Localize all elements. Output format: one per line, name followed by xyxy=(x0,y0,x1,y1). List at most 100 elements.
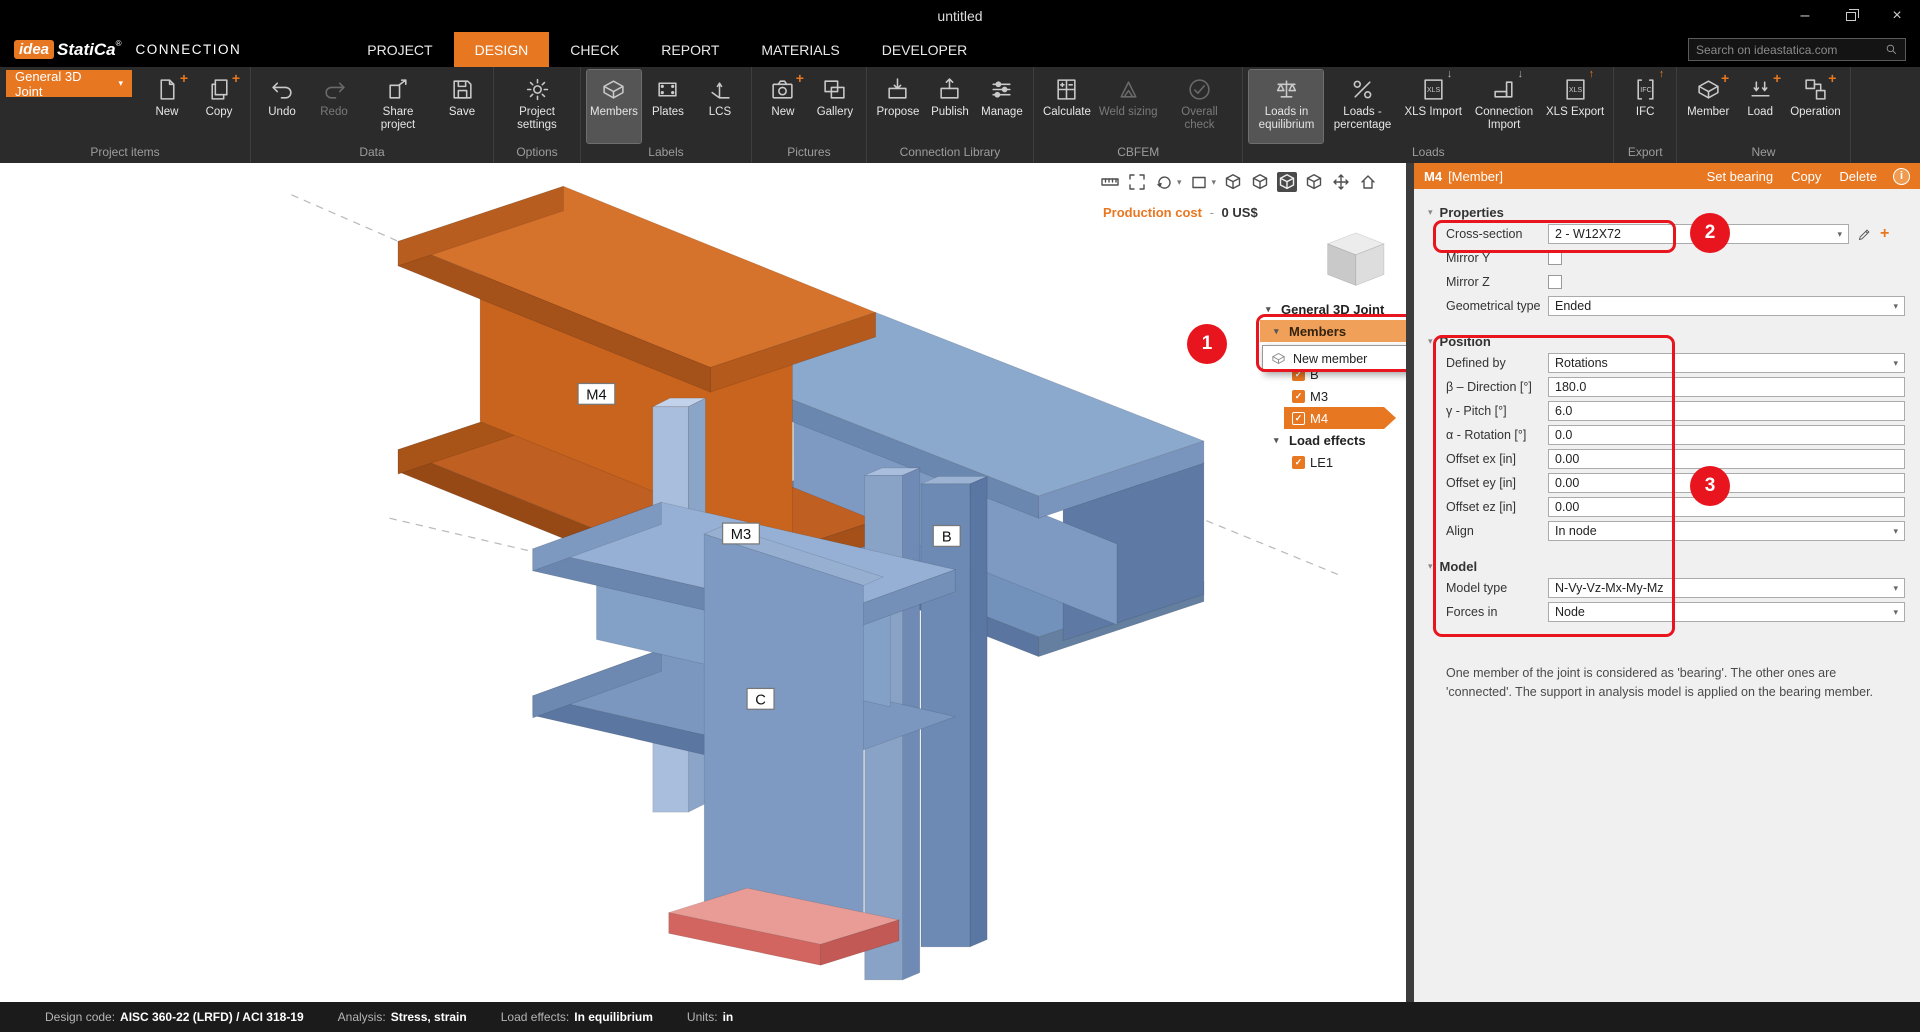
close-button[interactable]: × xyxy=(1874,0,1920,32)
gamma-pitch-field[interactable] xyxy=(1548,401,1905,421)
dropdown-caret-icon[interactable]: ▾ xyxy=(1177,177,1182,188)
offset-ez-field[interactable] xyxy=(1548,497,1905,517)
panel-splitter[interactable] xyxy=(1406,163,1414,1002)
mirror-y-checkbox[interactable] xyxy=(1548,251,1562,265)
project-settings-button[interactable]: Project settings xyxy=(500,70,574,143)
chevron-down-icon[interactable]: ▾ xyxy=(1274,326,1284,337)
ribbon-group-label: Pictures xyxy=(787,145,831,159)
pan-icon[interactable] xyxy=(1331,172,1351,192)
publish-button[interactable]: Publish xyxy=(925,70,975,143)
arrow-up-icon: ↑ xyxy=(1588,68,1595,80)
new-picture-button[interactable]: + New xyxy=(758,70,808,143)
beta-direction-field[interactable] xyxy=(1548,377,1905,397)
alpha-rotation-field[interactable] xyxy=(1548,425,1905,445)
section-box-icon[interactable] xyxy=(1189,172,1209,192)
view-style-wireframe-icon[interactable] xyxy=(1223,172,1243,192)
new-project-item-button[interactable]: + New xyxy=(142,70,192,143)
chevron-down-icon[interactable]: ▾ xyxy=(1274,435,1284,446)
set-bearing-button[interactable]: Set bearing xyxy=(1707,169,1774,184)
collapse-chevron-icon[interactable]: ▾ xyxy=(1428,561,1433,572)
tree-group-members[interactable]: ▾ Members xyxy=(1260,320,1406,342)
info-icon[interactable]: i xyxy=(1893,167,1910,185)
labels-members-toggle[interactable]: Members xyxy=(586,69,642,144)
section-model[interactable]: ▾ Model xyxy=(1414,556,1920,576)
copy-member-button[interactable]: Copy xyxy=(1791,169,1821,184)
view-style-solid-icon[interactable] xyxy=(1277,172,1298,192)
gallery-button[interactable]: Gallery xyxy=(810,70,860,143)
tree-item-le1[interactable]: ✓ LE1 xyxy=(1248,451,1406,473)
member-label-m3[interactable]: M3 xyxy=(721,522,760,545)
collapse-chevron-icon[interactable]: ▾ xyxy=(1428,207,1433,218)
collapse-chevron-icon[interactable]: ▾ xyxy=(1428,336,1433,347)
copy-project-item-button[interactable]: + Copy xyxy=(194,70,244,143)
status-load-effects: Load effects: In equilibrium xyxy=(500,1010,653,1024)
scheme-select[interactable]: General 3D Joint ▾ xyxy=(6,69,132,99)
member-label-b[interactable]: B xyxy=(932,524,961,547)
edit-pencil-icon[interactable] xyxy=(1857,227,1872,242)
view-style-shaded-icon[interactable] xyxy=(1250,172,1270,192)
new-operation-button[interactable]: + Operation xyxy=(1787,70,1844,143)
mirror-z-checkbox[interactable] xyxy=(1548,275,1562,289)
context-menu-new-member[interactable]: New member xyxy=(1262,345,1406,372)
minimize-button[interactable]: – xyxy=(1782,0,1828,32)
ifc-export-button[interactable]: ↑ IFC xyxy=(1620,68,1670,143)
manage-button[interactable]: Manage xyxy=(977,70,1027,143)
tab-developer[interactable]: DEVELOPER xyxy=(861,32,989,67)
calculate-button[interactable]: Calculate xyxy=(1040,70,1094,143)
member-label-c[interactable]: C xyxy=(746,687,775,710)
defined-by-select[interactable]: Rotations ▾ xyxy=(1548,353,1905,373)
align-select[interactable]: In node ▾ xyxy=(1548,521,1905,541)
xls-import-button[interactable]: ↓ XLS Import xyxy=(1401,68,1465,143)
add-cross-section-icon[interactable]: + xyxy=(1880,226,1889,242)
zoom-fit-icon[interactable] xyxy=(1127,172,1147,192)
tree-group-load-effects[interactable]: ▾ Load effects xyxy=(1248,429,1406,451)
loads-percentage-button[interactable]: Loads - percentage xyxy=(1325,70,1399,143)
rotate-view-icon[interactable] xyxy=(1154,172,1174,192)
tree-root-general-3d-joint[interactable]: ▾ General 3D Joint xyxy=(1248,298,1406,320)
new-load-button[interactable]: + Load xyxy=(1735,70,1785,143)
loads-in-equilibrium-toggle[interactable]: Loads in equilibrium xyxy=(1248,69,1325,144)
tree-item-member-m4-selected[interactable]: ✓ M4 xyxy=(1284,407,1396,429)
delete-member-button[interactable]: Delete xyxy=(1839,169,1877,184)
connection-import-button[interactable]: ↓ Connection Import xyxy=(1467,68,1541,143)
tab-design[interactable]: DESIGN xyxy=(453,32,550,67)
member-c-column[interactable] xyxy=(703,525,885,948)
geometrical-type-select[interactable]: Ended ▾ xyxy=(1548,296,1905,316)
forces-in-select[interactable]: Node ▾ xyxy=(1548,602,1905,622)
member-label-m4[interactable]: M4 xyxy=(577,382,616,405)
search-box[interactable] xyxy=(1688,38,1906,61)
tab-project[interactable]: PROJECT xyxy=(346,32,453,67)
home-icon[interactable] xyxy=(1358,172,1378,192)
model-3d[interactable]: M4 M3 B C xyxy=(0,163,1406,1002)
visibility-checkbox-icon[interactable]: ✓ xyxy=(1292,412,1305,425)
member-beam-icon xyxy=(1271,351,1286,366)
visibility-checkbox-icon[interactable]: ✓ xyxy=(1292,389,1305,403)
viewport-toolbar: ▾ ▾ xyxy=(1100,172,1378,192)
measure-icon[interactable] xyxy=(1100,172,1120,192)
ribbon-group-project-items: General 3D Joint ▾ + New + Copy Project … xyxy=(0,67,251,163)
labels-plates-toggle[interactable]: Plates xyxy=(643,70,693,143)
visibility-checkbox-icon[interactable]: ✓ xyxy=(1292,455,1305,469)
propose-button[interactable]: Propose xyxy=(873,70,923,143)
save-button[interactable]: Save xyxy=(437,70,487,143)
xls-export-button[interactable]: ↑ XLS Export xyxy=(1543,68,1607,143)
view-style-transparent-icon[interactable] xyxy=(1304,172,1324,192)
tab-report[interactable]: REPORT xyxy=(640,32,740,67)
model-type-select[interactable]: N-Vy-Vz-Mx-My-Mz ▾ xyxy=(1548,578,1905,598)
section-properties[interactable]: ▾ Properties xyxy=(1414,202,1920,222)
section-position[interactable]: ▾ Position xyxy=(1414,331,1920,351)
search-input[interactable] xyxy=(1696,42,1879,57)
share-project-button[interactable]: Share project xyxy=(361,70,435,143)
tab-materials[interactable]: MATERIALS xyxy=(740,32,860,67)
viewport-3d[interactable]: M4 M3 B C ▾ ▾ Production cost - 0 US$ ▾ … xyxy=(0,163,1406,1002)
maximize-button[interactable] xyxy=(1828,0,1874,32)
view-cube[interactable] xyxy=(1326,232,1385,287)
new-member-button[interactable]: + Member xyxy=(1683,70,1733,143)
tab-check[interactable]: CHECK xyxy=(549,32,640,67)
dropdown-caret-icon[interactable]: ▾ xyxy=(1212,177,1217,188)
offset-ex-field[interactable] xyxy=(1548,449,1905,469)
undo-button[interactable]: Undo xyxy=(257,70,307,143)
chevron-down-icon[interactable]: ▾ xyxy=(1266,304,1276,315)
tree-item-member-m3[interactable]: ✓ M3 xyxy=(1248,385,1406,407)
labels-lcs-toggle[interactable]: LCS xyxy=(695,70,745,143)
